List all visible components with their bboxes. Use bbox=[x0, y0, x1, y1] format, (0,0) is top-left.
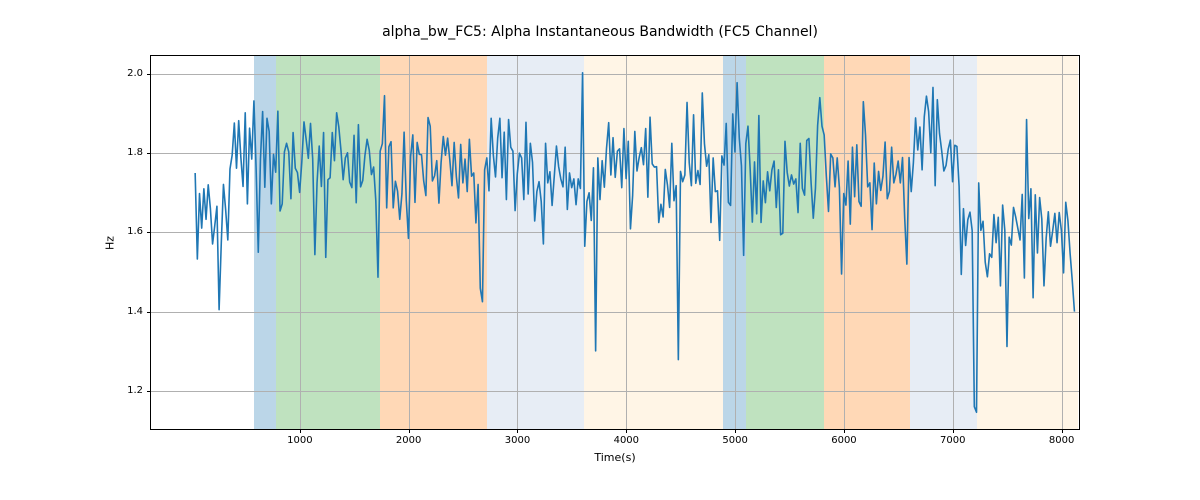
y-tick-label: 1.2 bbox=[103, 386, 151, 396]
y-tick-label: 1.6 bbox=[103, 227, 151, 237]
y-tick-label: 1.4 bbox=[103, 307, 151, 317]
x-tick-label: 8000 bbox=[1042, 429, 1082, 446]
axes: Time(s) Hz 10002000300040005000600070008… bbox=[150, 55, 1080, 430]
x-tick-label: 6000 bbox=[824, 429, 864, 446]
y-tick-label: 1.8 bbox=[103, 148, 151, 158]
x-tick-label: 4000 bbox=[606, 429, 646, 446]
chart-title: alpha_bw_FC5: Alpha Instantaneous Bandwi… bbox=[0, 24, 1200, 40]
y-tick-label: 2.0 bbox=[103, 69, 151, 79]
data-line bbox=[151, 56, 1079, 429]
plot-area bbox=[151, 56, 1079, 429]
figure: alpha_bw_FC5: Alpha Instantaneous Bandwi… bbox=[0, 0, 1200, 500]
x-axis-label: Time(s) bbox=[151, 451, 1079, 464]
x-tick-label: 7000 bbox=[933, 429, 973, 446]
x-tick-label: 2000 bbox=[389, 429, 429, 446]
series-line bbox=[195, 73, 1074, 412]
x-tick-label: 3000 bbox=[497, 429, 537, 446]
y-axis-label: Hz bbox=[104, 235, 117, 249]
x-tick-label: 5000 bbox=[715, 429, 755, 446]
x-tick-label: 1000 bbox=[280, 429, 320, 446]
